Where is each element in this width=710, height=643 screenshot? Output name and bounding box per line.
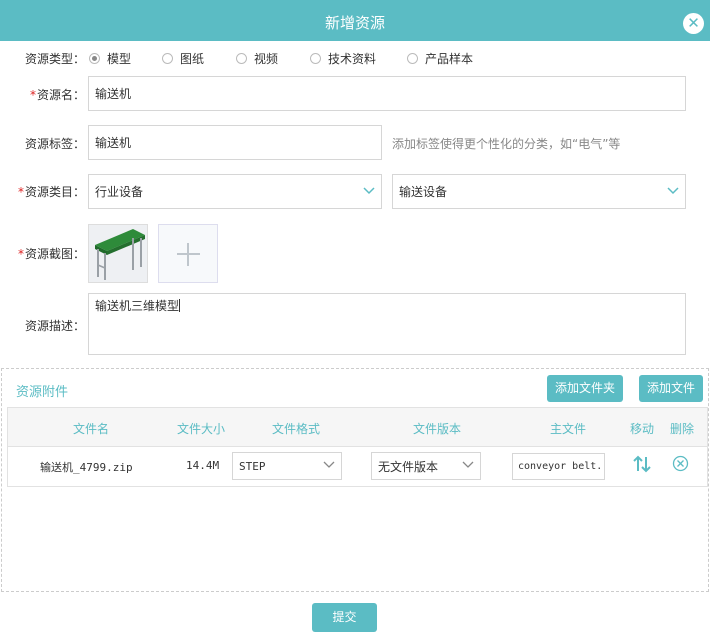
header-file-name: 文件名 (72, 422, 110, 436)
resource-screenshot-label-text: 资源截图： (24, 247, 85, 261)
radio-label: 视频 (254, 52, 279, 66)
table-header: 文件名 文件大小 文件格式 文件版本 主文件 移动 删除 (8, 408, 707, 447)
radio-dot-icon (407, 53, 418, 64)
resource-tag-label: 资源标签： (24, 137, 85, 151)
text-caret (179, 299, 181, 312)
radio-dot-icon (236, 53, 247, 64)
category-primary-select[interactable]: 行业设备 (88, 174, 382, 209)
header-file-format: 文件格式 (271, 422, 321, 436)
category-secondary-value: 输送设备 (399, 185, 448, 199)
radio-dot-icon (162, 53, 173, 64)
radio-model[interactable]: 模型 (89, 50, 131, 67)
resource-tag-input[interactable]: 输送机 (88, 125, 382, 160)
resource-description-label: 资源描述： (24, 319, 85, 333)
category-primary-value: 行业设备 (95, 185, 144, 199)
chevron-down-icon (462, 461, 474, 468)
chevron-down-icon (363, 186, 375, 194)
file-version-value: 无文件版本 (378, 459, 439, 474)
main-file-input[interactable]: conveyor belt. (512, 453, 605, 480)
radio-label: 图纸 (180, 52, 205, 66)
radio-product-sample[interactable]: 产品样本 (407, 50, 473, 67)
header-main-file: 主文件 (549, 422, 587, 436)
header-file-size: 文件大小 (176, 422, 226, 436)
row-file-size: 14.4M (186, 459, 220, 472)
resource-type-label: 资源类型： (24, 52, 85, 66)
attachments-title: 资源附件 (16, 385, 69, 400)
move-arrows-icon[interactable] (632, 455, 652, 473)
dialog-title: 新增资源 (324, 14, 385, 32)
radio-tech-docs[interactable]: 技术资料 (310, 50, 376, 67)
chevron-down-icon (667, 186, 679, 194)
resource-category-label-text: 资源类目： (24, 185, 85, 199)
attachments-table: 文件名 文件大小 文件格式 文件版本 主文件 移动 删除 输送机_4799.zi… (7, 407, 708, 487)
file-version-select[interactable]: 无文件版本 (371, 452, 481, 480)
conveyor-image (89, 225, 147, 282)
add-file-button[interactable]: 添加文件 (639, 375, 703, 402)
row-file-name: 输送机_4799.zip (40, 461, 133, 474)
header-move: 移动 (629, 422, 655, 436)
resource-description-text: 输送机三维模型 (95, 299, 180, 313)
resource-name-label: *资源名： (5, 86, 85, 103)
file-format-select[interactable]: STEP (232, 452, 342, 480)
radio-video[interactable]: 视频 (236, 50, 278, 67)
radio-label: 技术资料 (328, 52, 377, 66)
chevron-down-icon (323, 461, 335, 468)
resource-tag-hint: 添加标签使得更个性化的分类，如“电气”等 (392, 137, 621, 151)
radio-drawing[interactable]: 图纸 (162, 50, 204, 67)
resource-description-textarea[interactable]: 输送机三维模型 (88, 293, 686, 355)
required-mark: * (29, 88, 36, 102)
screenshot-thumbnail[interactable] (88, 224, 148, 283)
header-file-version: 文件版本 (412, 422, 462, 436)
delete-circle-icon[interactable] (672, 455, 689, 472)
resource-category-label: *资源类目： (5, 183, 85, 200)
required-mark: * (17, 185, 24, 199)
close-icon[interactable]: ✕ (683, 13, 704, 34)
radio-dot-icon (89, 53, 100, 64)
required-mark: * (17, 247, 24, 261)
radio-dot-icon (310, 53, 321, 64)
radio-label: 模型 (107, 52, 132, 66)
resource-name-label-text: 资源名： (36, 88, 85, 102)
category-secondary-select[interactable]: 输送设备 (392, 174, 686, 209)
dialog-header: 新增资源 ✕ (0, 4, 710, 41)
plus-icon[interactable] (158, 224, 218, 283)
resource-name-input[interactable]: 输送机 (88, 76, 686, 111)
submit-button[interactable]: 提交 (312, 603, 377, 632)
add-folder-button[interactable]: 添加文件夹 (547, 375, 623, 402)
file-format-value: STEP (239, 459, 266, 473)
radio-label: 产品样本 (425, 52, 474, 66)
resource-screenshot-label: *资源截图： (5, 245, 85, 262)
header-delete: 删除 (669, 422, 695, 436)
